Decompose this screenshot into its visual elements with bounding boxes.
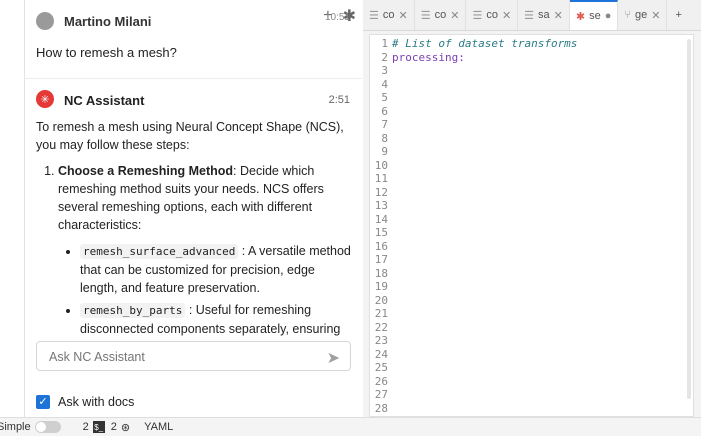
status-count-b[interactable]: 2 ⊛: [111, 421, 130, 434]
tab-label: co: [382, 9, 395, 21]
line-number: 11: [374, 172, 388, 185]
method-code: remesh_by_parts: [80, 303, 186, 318]
language-mode[interactable]: YAML: [144, 421, 173, 433]
file-icon: ☰: [369, 9, 379, 22]
close-icon[interactable]: ✕: [554, 9, 563, 22]
steps-list: Choose a Remeshing Method: Decide which …: [36, 162, 352, 356]
ask-with-docs-label: Ask with docs: [58, 395, 135, 409]
gear-icon: ✱: [575, 10, 586, 23]
method-item: remesh_surface_advanced : A versatile me…: [80, 242, 352, 297]
assistant-name: NC Assistant: [64, 93, 145, 108]
line-number: 7: [381, 118, 388, 131]
user-name: Martino Milani: [64, 14, 152, 29]
tab-file-2[interactable]: ☰ co ✕: [415, 0, 467, 30]
line-number: 4: [381, 77, 388, 91]
line-number: 19: [374, 280, 388, 293]
editor-scrollbar[interactable]: [687, 39, 691, 399]
close-icon[interactable]: ✕: [450, 9, 459, 22]
code-line: # List of dataset transforms: [392, 37, 577, 51]
line-number: 17: [374, 253, 388, 266]
method-code: remesh_surface_advanced: [80, 244, 239, 259]
tab-settings-active[interactable]: ✱ se ●: [569, 0, 619, 30]
line-number: 27: [374, 388, 388, 401]
close-icon[interactable]: ✕: [399, 9, 408, 22]
step-item: Choose a Remeshing Method: Decide which …: [58, 162, 352, 356]
tab-label: se: [589, 10, 601, 22]
chat-panel: + ✱ Martino Milani 10:51 How to remesh a…: [0, 0, 362, 417]
assistant-answer: To remesh a mesh using Neural Concept Sh…: [36, 118, 352, 364]
branch-icon: ⑂: [624, 9, 631, 21]
assistant-avatar: ✳: [36, 90, 54, 108]
file-icon: ☰: [420, 9, 431, 22]
count-b-value: 2: [110, 421, 117, 433]
file-icon: ☰: [472, 9, 483, 22]
line-number: 3: [381, 64, 388, 77]
line-number: 6: [381, 104, 388, 118]
file-icon: ☰: [524, 9, 535, 22]
settings-circle-icon: ⊛: [120, 421, 131, 434]
tab-label: co: [434, 9, 447, 21]
line-number: 13: [374, 199, 388, 212]
tab-file-3[interactable]: ☰ co ✕: [466, 0, 519, 30]
user-avatar: [36, 12, 54, 30]
line-number: 15: [374, 226, 388, 239]
mode-label: Simple: [0, 421, 31, 433]
answer-intro: To remesh a mesh using Neural Concept Sh…: [36, 120, 344, 152]
terminal-icon: $_: [92, 421, 105, 433]
code-editor[interactable]: 1 2 3 4 5 6 7 8 9 10 11 12 13 14 15 16 17 18 19 20 21 22 23 24 2…: [369, 34, 694, 417]
line-number: 5: [381, 91, 388, 104]
line-number: 16: [374, 239, 388, 253]
tab-file-4[interactable]: ☰ sa ✕: [518, 0, 570, 30]
line-number: 28: [374, 401, 388, 415]
editor-tabs: ☰ co ✕ ☰ co ✕ ☰ co ✕ ☰ sa ✕ ✱ se ● ⑂ ge ✕ +: [363, 0, 701, 31]
method-list: remesh_surface_advanced : A versatile me…: [58, 242, 352, 356]
ask-with-docs-row[interactable]: ✓ Ask with docs: [36, 395, 134, 409]
line-number: 14: [374, 212, 388, 226]
status-bar: Simple 2 $_ 2 ⊛ YAML: [0, 417, 701, 436]
count-a-value: 2: [82, 421, 89, 433]
left-border: [24, 0, 25, 417]
new-tab-button[interactable]: +: [667, 0, 689, 30]
line-number: 10: [374, 158, 388, 172]
line-number: 2: [381, 50, 388, 64]
line-number: 9: [381, 145, 388, 158]
line-number: 18: [374, 266, 388, 280]
checkbox-checked-icon[interactable]: ✓: [36, 395, 50, 409]
assistant-message-time: 2:51: [328, 94, 350, 106]
comment-text: # List of dataset transforms: [392, 37, 578, 50]
status-count-a[interactable]: 2 $_: [83, 421, 105, 433]
line-numbers: 1 2 3 4 5 6 7 8 9 10 11 12 13 14 15 16 17 18 19 20 21 22 23 24 2…: [370, 37, 388, 415]
line-number: 22: [374, 320, 388, 334]
step-title: Choose a Remeshing Method: [58, 164, 234, 178]
send-icon[interactable]: ➤: [327, 348, 340, 368]
tab-label: ge: [634, 9, 648, 21]
line-number: 1: [381, 37, 388, 50]
close-icon[interactable]: ✕: [502, 9, 511, 22]
tab-file-1[interactable]: ☰ co ✕: [363, 0, 415, 30]
code-lines: # List of dataset transforms processing:: [392, 37, 577, 64]
close-icon[interactable]: ✕: [651, 9, 660, 22]
user-question: How to remesh a mesh?: [36, 45, 177, 60]
line-number: 25: [374, 361, 388, 374]
chat-input-box[interactable]: ➤: [36, 341, 351, 371]
simple-mode-toggle[interactable]: [34, 421, 61, 433]
line-number: 21: [374, 307, 388, 320]
tab-label: sa: [538, 9, 550, 21]
tab-git[interactable]: ⑂ ge ✕: [618, 0, 668, 30]
line-number: 12: [374, 185, 388, 199]
yaml-key: processing:: [392, 50, 465, 64]
user-message-time: 10:51: [324, 12, 350, 23]
editor-panel: ☰ co ✕ ☰ co ✕ ☰ co ✕ ☰ sa ✕ ✱ se ● ⑂ ge ✕ + 12345678…: [363, 0, 701, 417]
line-number: 8: [381, 131, 388, 145]
message-separator: [24, 78, 362, 79]
unsaved-dot-icon[interactable]: ●: [605, 10, 612, 22]
add-icon: +: [675, 9, 682, 21]
line-number: 24: [374, 347, 388, 361]
code-line: processing:: [392, 51, 577, 65]
line-number: 20: [374, 293, 388, 307]
line-number: 23: [374, 334, 388, 347]
chat-input[interactable]: [47, 347, 311, 367]
line-number: 26: [374, 374, 388, 388]
tab-label: co: [486, 9, 498, 21]
